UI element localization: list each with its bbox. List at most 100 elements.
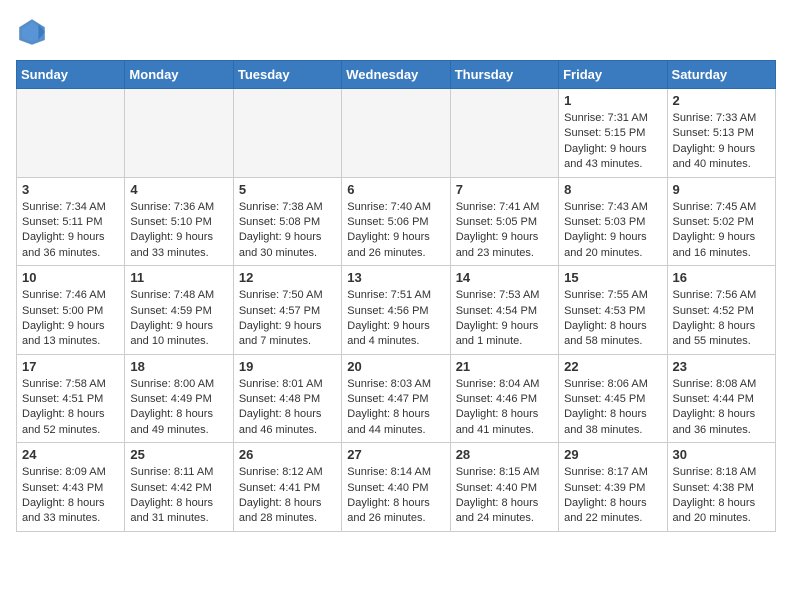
day-info: Sunrise: 8:00 AMSunset: 4:49 PMDaylight:… bbox=[130, 377, 227, 439]
day-info: Sunrise: 7:45 AMSunset: 5:02 PMDaylight:… bbox=[673, 200, 770, 262]
calendar-cell: 26 Sunrise: 8:12 AMSunset: 4:41 PMDayligh… bbox=[233, 443, 341, 532]
day-number: 21 bbox=[456, 359, 553, 374]
day-info: Sunrise: 7:38 AMSunset: 5:08 PMDaylight:… bbox=[239, 200, 336, 262]
weekday-header-tuesday: Tuesday bbox=[233, 61, 341, 89]
day-number: 24 bbox=[22, 447, 119, 462]
day-number: 10 bbox=[22, 270, 119, 285]
day-info: Sunrise: 8:17 AMSunset: 4:39 PMDaylight:… bbox=[564, 465, 661, 527]
calendar-cell: 23 Sunrise: 8:08 AMSunset: 4:44 PMDayligh… bbox=[667, 354, 775, 443]
calendar-cell: 9 Sunrise: 7:45 AMSunset: 5:02 PMDaylight… bbox=[667, 177, 775, 266]
calendar-cell bbox=[233, 89, 341, 178]
day-number: 27 bbox=[347, 447, 444, 462]
day-info: Sunrise: 7:40 AMSunset: 5:06 PMDaylight:… bbox=[347, 200, 444, 262]
weekday-header-monday: Monday bbox=[125, 61, 233, 89]
day-number: 25 bbox=[130, 447, 227, 462]
day-info: Sunrise: 7:34 AMSunset: 5:11 PMDaylight:… bbox=[22, 200, 119, 262]
day-number: 9 bbox=[673, 182, 770, 197]
weekday-header-sunday: Sunday bbox=[17, 61, 125, 89]
day-info: Sunrise: 8:12 AMSunset: 4:41 PMDaylight:… bbox=[239, 465, 336, 527]
day-number: 5 bbox=[239, 182, 336, 197]
day-number: 22 bbox=[564, 359, 661, 374]
calendar-cell: 6 Sunrise: 7:40 AMSunset: 5:06 PMDaylight… bbox=[342, 177, 450, 266]
day-info: Sunrise: 8:18 AMSunset: 4:38 PMDaylight:… bbox=[673, 465, 770, 527]
calendar-cell: 24 Sunrise: 8:09 AMSunset: 4:43 PMDayligh… bbox=[17, 443, 125, 532]
day-info: Sunrise: 8:04 AMSunset: 4:46 PMDaylight:… bbox=[456, 377, 553, 439]
day-number: 28 bbox=[456, 447, 553, 462]
day-number: 20 bbox=[347, 359, 444, 374]
weekday-header-friday: Friday bbox=[559, 61, 667, 89]
calendar-cell: 8 Sunrise: 7:43 AMSunset: 5:03 PMDaylight… bbox=[559, 177, 667, 266]
calendar-cell: 16 Sunrise: 7:56 AMSunset: 4:52 PMDayligh… bbox=[667, 266, 775, 355]
calendar-cell: 15 Sunrise: 7:55 AMSunset: 4:53 PMDayligh… bbox=[559, 266, 667, 355]
day-info: Sunrise: 8:08 AMSunset: 4:44 PMDaylight:… bbox=[673, 377, 770, 439]
day-number: 19 bbox=[239, 359, 336, 374]
day-info: Sunrise: 7:55 AMSunset: 4:53 PMDaylight:… bbox=[564, 288, 661, 350]
day-number: 29 bbox=[564, 447, 661, 462]
day-number: 6 bbox=[347, 182, 444, 197]
calendar-cell: 10 Sunrise: 7:46 AMSunset: 5:00 PMDayligh… bbox=[17, 266, 125, 355]
calendar-week-2: 3 Sunrise: 7:34 AMSunset: 5:11 PMDaylight… bbox=[17, 177, 776, 266]
calendar-cell bbox=[342, 89, 450, 178]
calendar-table: SundayMondayTuesdayWednesdayThursdayFrid… bbox=[16, 60, 776, 532]
day-number: 7 bbox=[456, 182, 553, 197]
calendar-header-row: SundayMondayTuesdayWednesdayThursdayFrid… bbox=[17, 61, 776, 89]
calendar-cell: 13 Sunrise: 7:51 AMSunset: 4:56 PMDayligh… bbox=[342, 266, 450, 355]
calendar-cell: 4 Sunrise: 7:36 AMSunset: 5:10 PMDaylight… bbox=[125, 177, 233, 266]
day-number: 23 bbox=[673, 359, 770, 374]
day-info: Sunrise: 7:46 AMSunset: 5:00 PMDaylight:… bbox=[22, 288, 119, 350]
calendar-cell: 2Sunrise: 7:33 AMSunset: 5:13 PMDaylight… bbox=[667, 89, 775, 178]
calendar-cell bbox=[17, 89, 125, 178]
day-number: 15 bbox=[564, 270, 661, 285]
calendar-cell: 1 Sunrise: 7:31 AMSunset: 5:15 PMDaylight… bbox=[559, 89, 667, 178]
calendar-cell: 20 Sunrise: 8:03 AMSunset: 4:47 PMDayligh… bbox=[342, 354, 450, 443]
calendar-cell: 21 Sunrise: 8:04 AMSunset: 4:46 PMDayligh… bbox=[450, 354, 558, 443]
day-number: 14 bbox=[456, 270, 553, 285]
day-number: 4 bbox=[130, 182, 227, 197]
day-number: 30 bbox=[673, 447, 770, 462]
day-number: 18 bbox=[130, 359, 227, 374]
day-info: Sunrise: 8:03 AMSunset: 4:47 PMDaylight:… bbox=[347, 377, 444, 439]
day-number: 8 bbox=[564, 182, 661, 197]
weekday-header-saturday: Saturday bbox=[667, 61, 775, 89]
day-info: Sunrise: 7:51 AMSunset: 4:56 PMDaylight:… bbox=[347, 288, 444, 350]
calendar-cell bbox=[450, 89, 558, 178]
day-info: Sunrise: 7:31 AMSunset: 5:15 PMDaylight:… bbox=[564, 111, 661, 173]
calendar-cell: 27 Sunrise: 8:14 AMSunset: 4:40 PMDayligh… bbox=[342, 443, 450, 532]
calendar-cell: 7 Sunrise: 7:41 AMSunset: 5:05 PMDaylight… bbox=[450, 177, 558, 266]
weekday-header-wednesday: Wednesday bbox=[342, 61, 450, 89]
calendar-cell: 11Sunrise: 7:48 AMSunset: 4:59 PMDayligh… bbox=[125, 266, 233, 355]
day-info: Sunrise: 8:11 AMSunset: 4:42 PMDaylight:… bbox=[130, 465, 227, 527]
calendar-week-1: 1 Sunrise: 7:31 AMSunset: 5:15 PMDaylight… bbox=[17, 89, 776, 178]
day-info: Sunrise: 7:56 AMSunset: 4:52 PMDaylight:… bbox=[673, 288, 770, 350]
day-number: 26 bbox=[239, 447, 336, 462]
calendar-week-5: 24 Sunrise: 8:09 AMSunset: 4:43 PMDayligh… bbox=[17, 443, 776, 532]
calendar-cell: 29 Sunrise: 8:17 AMSunset: 4:39 PMDayligh… bbox=[559, 443, 667, 532]
day-info: Sunrise: 7:58 AMSunset: 4:51 PMDaylight:… bbox=[22, 377, 119, 439]
logo bbox=[16, 16, 52, 48]
calendar-cell: 12Sunrise: 7:50 AMSunset: 4:57 PMDayligh… bbox=[233, 266, 341, 355]
calendar-cell: 30 Sunrise: 8:18 AMSunset: 4:38 PMDayligh… bbox=[667, 443, 775, 532]
weekday-header-thursday: Thursday bbox=[450, 61, 558, 89]
calendar-cell: 3 Sunrise: 7:34 AMSunset: 5:11 PMDaylight… bbox=[17, 177, 125, 266]
day-number: 11 bbox=[130, 270, 227, 285]
day-number: 3 bbox=[22, 182, 119, 197]
day-info: Sunrise: 7:50 AMSunset: 4:57 PMDaylight:… bbox=[239, 288, 336, 350]
day-info: Sunrise: 7:41 AMSunset: 5:05 PMDaylight:… bbox=[456, 200, 553, 262]
calendar-cell: 19 Sunrise: 8:01 AMSunset: 4:48 PMDayligh… bbox=[233, 354, 341, 443]
day-info: Sunrise: 7:36 AMSunset: 5:10 PMDaylight:… bbox=[130, 200, 227, 262]
day-number: 13 bbox=[347, 270, 444, 285]
page-header bbox=[16, 16, 776, 48]
calendar-cell: 18 Sunrise: 8:00 AMSunset: 4:49 PMDayligh… bbox=[125, 354, 233, 443]
day-number: 1 bbox=[564, 93, 661, 108]
calendar-cell: 14Sunrise: 7:53 AMSunset: 4:54 PMDayligh… bbox=[450, 266, 558, 355]
day-number: 16 bbox=[673, 270, 770, 285]
day-info: Sunrise: 8:09 AMSunset: 4:43 PMDaylight:… bbox=[22, 465, 119, 527]
calendar-cell: 17Sunrise: 7:58 AMSunset: 4:51 PMDayligh… bbox=[17, 354, 125, 443]
calendar-week-3: 10 Sunrise: 7:46 AMSunset: 5:00 PMDayligh… bbox=[17, 266, 776, 355]
day-info: Sunrise: 7:43 AMSunset: 5:03 PMDaylight:… bbox=[564, 200, 661, 262]
day-info: Sunrise: 8:01 AMSunset: 4:48 PMDaylight:… bbox=[239, 377, 336, 439]
day-info: Sunrise: 8:14 AMSunset: 4:40 PMDaylight:… bbox=[347, 465, 444, 527]
calendar-cell bbox=[125, 89, 233, 178]
day-info: Sunrise: 8:06 AMSunset: 4:45 PMDaylight:… bbox=[564, 377, 661, 439]
logo-icon bbox=[16, 16, 48, 48]
